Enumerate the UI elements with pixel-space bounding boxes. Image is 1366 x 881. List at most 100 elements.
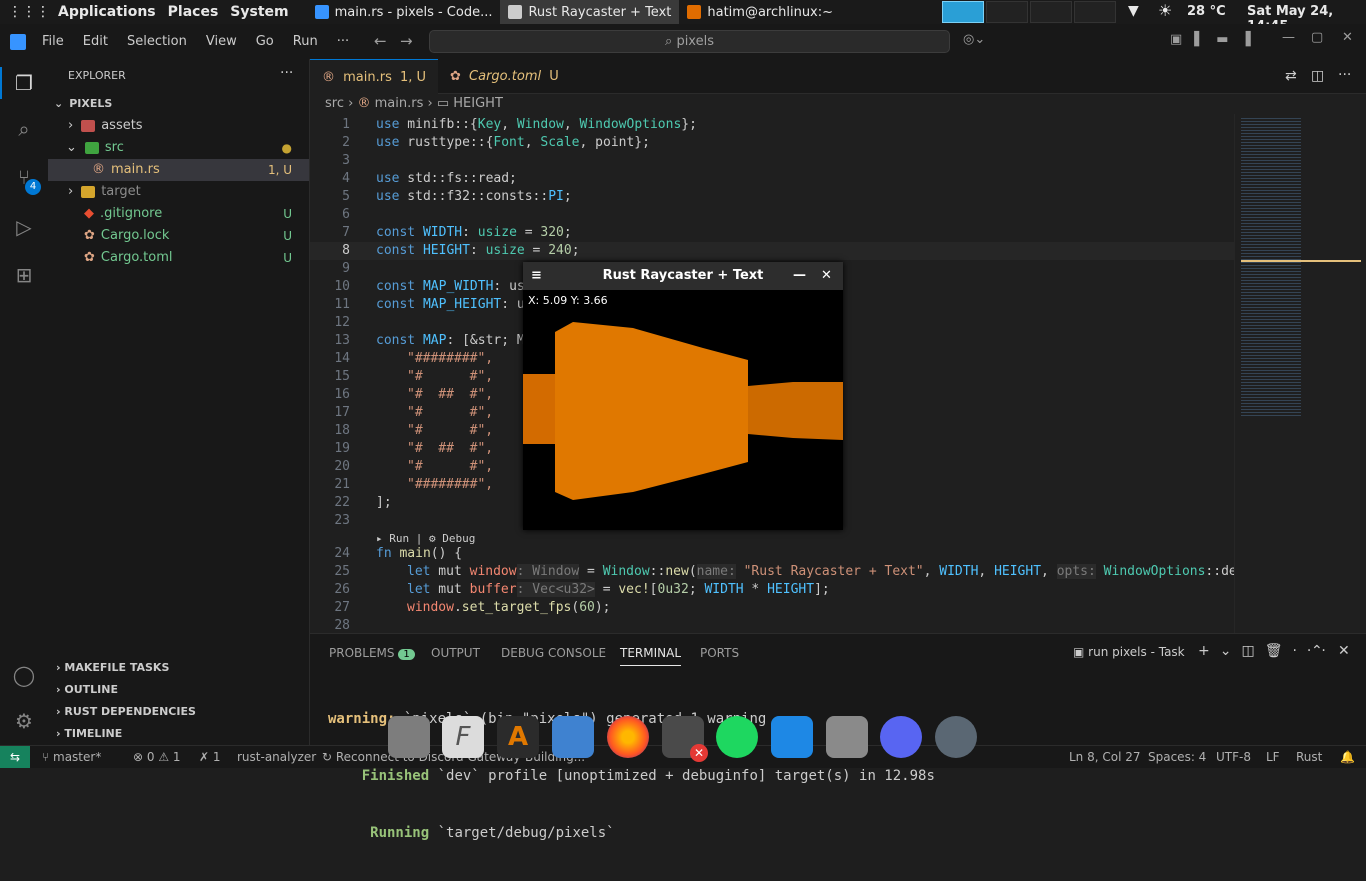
problems-indicator[interactable]: ⊗ 0 ⚠ 1 [133,750,181,764]
close-icon[interactable]: ✕ [1342,30,1353,45]
minimize-icon[interactable]: — [793,262,806,290]
remote-icon[interactable]: ⇆ [0,746,30,768]
section-timeline[interactable]: › TIMELINE [48,723,309,745]
notifications-icon[interactable]: 🔔 [1340,750,1355,764]
workspace-1[interactable] [942,1,984,23]
workspace-2[interactable] [986,1,1028,23]
maximize-icon[interactable]: ▢ [1311,30,1323,45]
terminal-output[interactable]: warning: `pixels` (bin "pixels") generat… [328,672,935,881]
menu-run[interactable]: Run [293,34,318,49]
tab-main-rs[interactable]: ® main.rs 1, U ✕ [310,59,438,120]
settings-icon[interactable] [935,716,977,758]
encoding[interactable]: UTF-8 [1216,750,1251,764]
tree-file-cargo-toml[interactable]: ✿ Cargo.toml U [48,247,309,269]
discord-icon[interactable] [880,716,922,758]
raycaster-view[interactable] [523,290,843,530]
problems-badge: 1 [398,649,415,660]
menu-go[interactable]: Go [256,34,274,49]
run-debug-icon[interactable]: ▷ [12,215,36,239]
command-center[interactable]: ⌕ pixels [429,30,950,53]
terminal-task-selector[interactable]: ▣ run pixels - Task [1073,645,1185,659]
branch-indicator[interactable]: ⑂ master* [42,750,101,764]
section-outline[interactable]: › OUTLINE [48,679,309,701]
tab-cargo-toml[interactable]: ✿ Cargo.toml U [438,59,566,94]
hamburger-menu-icon[interactable]: ≡ [531,262,542,290]
forward-arrow-icon[interactable]: → [400,32,413,50]
tools-indicator[interactable]: ✗ 1 [199,750,221,764]
spotify-icon[interactable] [716,716,758,758]
editor-more-icon[interactable]: ··· [1338,67,1351,83]
firefox-icon[interactable] [607,716,649,758]
explorer-icon[interactable]: ❐ [12,71,36,95]
tab-problems[interactable]: PROBLEMS 1 [329,646,415,660]
wifi-icon[interactable]: ▼ [1128,3,1139,19]
menu-file[interactable]: File [42,34,64,49]
workspace-4[interactable] [1074,1,1116,23]
task-vscode[interactable]: main.rs - pixels - Code... [307,0,501,24]
task-terminal[interactable]: hatim@archlinux:~ [679,0,841,24]
tree-folder-src[interactable]: ⌄ src ● [48,137,309,159]
cursor-position[interactable]: Ln 8, Col 27 [1069,750,1141,764]
trash-icon[interactable] [826,716,868,758]
tree-file-main-rs[interactable]: ® main.rs 1, U [48,159,309,181]
text-editor-icon[interactable] [552,716,594,758]
menu-edit[interactable]: Edit [83,34,108,49]
workspace-switcher [942,1,1118,23]
tab-ports[interactable]: PORTS [700,646,739,660]
compare-icon[interactable]: ⇄ [1285,68,1297,84]
temperature[interactable]: 28 °C [1187,4,1226,19]
breadcrumb-src[interactable]: src [325,96,344,111]
line-number: 1 [342,117,350,132]
tree-file-cargo-lock[interactable]: ✿ Cargo.lock U [48,225,309,247]
breadcrumb-file[interactable]: main.rs [375,96,424,111]
language-mode[interactable]: Rust [1296,750,1322,764]
eol[interactable]: LF [1266,750,1280,764]
alacritty-icon[interactable]: A [497,716,539,758]
close-panel-icon[interactable]: ✕ [1338,643,1350,659]
menu-selection[interactable]: Selection [127,34,187,49]
workspace-root[interactable]: ⌄ PIXELS [48,93,309,115]
apps-grid-icon[interactable]: ⋮⋮⋮ [8,4,50,20]
tab-terminal[interactable]: TERMINAL [620,646,682,666]
section-rust-dependencies[interactable]: › RUST DEPENDENCIES [48,701,309,723]
minimap[interactable] [1234,114,1366,633]
task-raycaster[interactable]: Rust Raycaster + Text [500,0,680,24]
tree-folder-assets[interactable]: › assets [48,115,309,137]
copilot-icon[interactable]: ◎⌄ [963,32,985,47]
line-number: 19 [334,441,350,456]
token: Window [516,117,564,132]
search-icon[interactable]: ⌕ [12,117,36,141]
back-arrow-icon[interactable]: ← [374,32,387,50]
settings-gear-icon[interactable]: ⚙ [12,709,36,733]
raycaster-window[interactable]: ≡ Rust Raycaster + Text — ✕ X: 5.09 Y: 3… [523,262,843,530]
maximize-panel-icon[interactable]: ⌃ [1311,643,1323,659]
menu-system[interactable]: System [230,4,288,20]
workspace-3[interactable] [1030,1,1072,23]
rust-analyzer-status[interactable]: rust-analyzer [237,750,316,764]
token: WIDTH [939,564,979,579]
tree-file-gitignore[interactable]: ◆ .gitignore U [48,203,309,225]
menu-applications[interactable]: Applications [58,4,156,20]
layout-icons[interactable]: ▣▌▬▐ [1170,32,1263,47]
raycaster-titlebar[interactable]: ≡ Rust Raycaster + Text — ✕ [523,262,843,290]
minimize-icon[interactable]: — [1282,30,1295,45]
tab-debug-console[interactable]: DEBUG CONSOLE [501,646,606,660]
close-icon[interactable]: ✕ [821,262,832,290]
files-icon[interactable] [388,716,430,758]
section-makefile-tasks[interactable]: › MAKEFILE TASKS [48,657,309,679]
archive-icon[interactable]: ✕ [662,716,708,762]
account-icon[interactable]: ◯ [12,663,36,687]
desktop-icon[interactable] [771,716,813,758]
breadcrumb-symbol[interactable]: HEIGHT [453,96,503,111]
menu-view[interactable]: View [206,34,237,49]
indentation[interactable]: Spaces: 4 [1148,750,1206,764]
tab-output[interactable]: OUTPUT [431,646,480,660]
split-editor-icon[interactable]: ◫ [1311,68,1324,84]
menu-places[interactable]: Places [168,4,219,20]
more-actions-icon[interactable]: ··· [280,65,293,81]
extensions-icon[interactable]: ⊞ [12,263,36,287]
tree-folder-target[interactable]: › target [48,181,309,203]
token: ; [563,189,572,204]
fonts-icon[interactable]: F [442,716,484,758]
menu-more[interactable]: ··· [337,34,349,49]
